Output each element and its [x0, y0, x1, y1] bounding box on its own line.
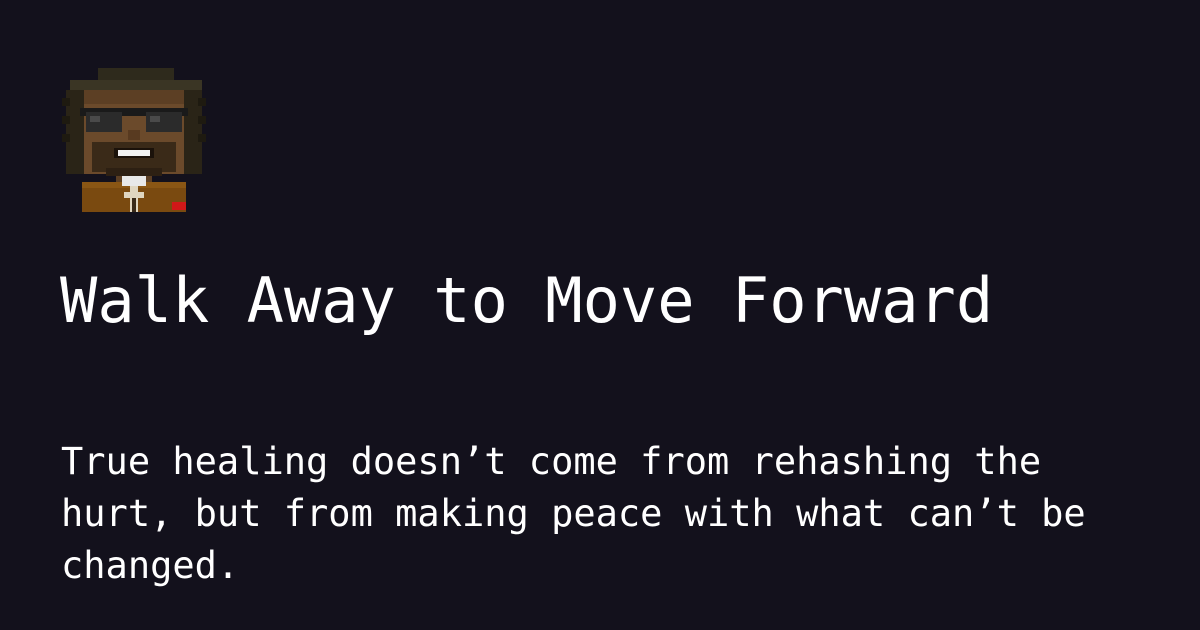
pixel-avatar-icon: [62, 64, 206, 212]
social-card: Walk Away to Move Forward True healing d…: [0, 0, 1200, 630]
post-description: True healing doesn’t come from rehashing…: [61, 440, 1086, 587]
post-title: Walk Away to Move Forward: [60, 264, 994, 337]
